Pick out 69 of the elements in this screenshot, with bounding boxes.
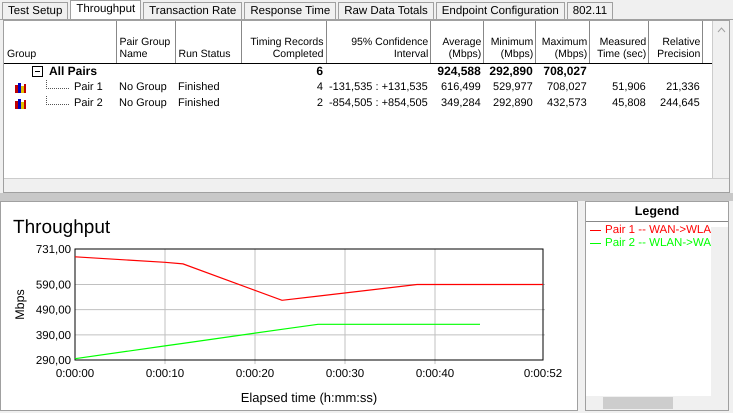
- vertical-scrollbar[interactable]: [711, 227, 728, 396]
- column-header[interactable]: 95% Confidence Interval: [326, 21, 431, 63]
- column-header[interactable]: Relative Precision: [648, 21, 703, 63]
- table-cell: 924,588: [437, 64, 481, 78]
- column-header[interactable]: Average (Mbps): [430, 21, 484, 63]
- pair-name: Pair 1: [74, 80, 103, 94]
- bar-chart-icon: [15, 98, 26, 109]
- tab[interactable]: Endpoint Configuration: [436, 2, 565, 19]
- table-cell: 51,906: [612, 80, 646, 93]
- y-tick-label: 290,00: [36, 355, 71, 367]
- collapse-toggle[interactable]: [32, 66, 43, 77]
- table-cell: No Group: [119, 80, 167, 93]
- table-cell: 708,027: [543, 64, 587, 78]
- tab[interactable]: Response Time: [244, 2, 336, 19]
- legend-label: Pair 2 -- WLAN->WA: [605, 237, 711, 250]
- table-cell: -854,505 : +854,505: [329, 96, 428, 109]
- tab[interactable]: Transaction Rate: [143, 2, 242, 19]
- column-header[interactable]: Minimum (Mbps): [484, 21, 536, 63]
- column-header[interactable]: Timing Records Completed: [241, 21, 326, 63]
- column-header[interactable]: Pair Group Name: [116, 21, 175, 63]
- table-cell: 4: [316, 80, 323, 93]
- table-cell: 616,499: [441, 80, 481, 93]
- table-cell: -131,535 : +131,535: [329, 80, 428, 93]
- pair-name: Pair 2: [74, 96, 103, 110]
- y-tick-label: 731,00: [36, 244, 71, 256]
- column-header[interactable]: Maximum (Mbps): [536, 21, 590, 63]
- horizontal-scrollbar[interactable]: [586, 396, 728, 410]
- table-cell: No Group: [119, 96, 167, 109]
- bar-chart-icon: [15, 82, 26, 93]
- tab[interactable]: Test Setup: [2, 2, 68, 19]
- table-cell: 45,808: [612, 96, 646, 109]
- table-cell: 349,284: [441, 96, 481, 109]
- column-header[interactable]: Measured Time (sec): [590, 21, 649, 63]
- tree-connector: [46, 80, 70, 88]
- table-cell: 244,645: [660, 96, 700, 109]
- table-cell: 432,573: [547, 96, 587, 109]
- x-tick-label: 0:00:20: [236, 368, 274, 380]
- column-header[interactable]: Group: [4, 21, 116, 63]
- tab[interactable]: 802.11: [566, 2, 614, 19]
- table-cell: 292,890: [493, 96, 533, 109]
- y-tick-label: 390,00: [36, 330, 71, 342]
- table-cell: 6: [316, 64, 323, 78]
- tab[interactable]: Throughput: [70, 0, 142, 19]
- table-cell: 708,027: [547, 80, 587, 93]
- legend-label: Pair 1 -- WAN->WLA: [605, 224, 711, 237]
- legend-title: Legend: [586, 202, 728, 222]
- table-cell: 292,890: [489, 64, 533, 78]
- x-axis-label: Elapsed time (h:mm:ss): [240, 390, 378, 405]
- x-tick-label: 0:00:30: [326, 368, 364, 380]
- table-cell: 2: [316, 96, 323, 109]
- x-tick-label: 0:00:40: [416, 368, 454, 380]
- column-header[interactable]: Run Status: [175, 21, 241, 63]
- horizontal-scrollbar[interactable]: [4, 178, 729, 192]
- chart-title: Throughput: [13, 217, 110, 238]
- group-name: All Pairs: [49, 64, 98, 79]
- table-cell: Finished: [178, 80, 220, 93]
- y-axis-label: Mbps: [13, 289, 27, 320]
- tab[interactable]: Raw Data Totals: [338, 2, 434, 19]
- y-tick-label: 490,00: [36, 304, 71, 317]
- x-tick-label: 0:00:52: [524, 368, 562, 380]
- x-tick-label: 0:00:00: [56, 368, 94, 380]
- y-tick-label: 590,00: [36, 280, 71, 292]
- table-cell: 21,336: [666, 80, 700, 93]
- table-cell: 529,977: [493, 80, 533, 93]
- splitter[interactable]: [0, 193, 733, 201]
- vertical-scrollbar[interactable]: [712, 21, 729, 178]
- table-cell: Finished: [178, 96, 220, 109]
- x-tick-label: 0:00:10: [146, 368, 184, 380]
- tree-connector: [46, 96, 70, 104]
